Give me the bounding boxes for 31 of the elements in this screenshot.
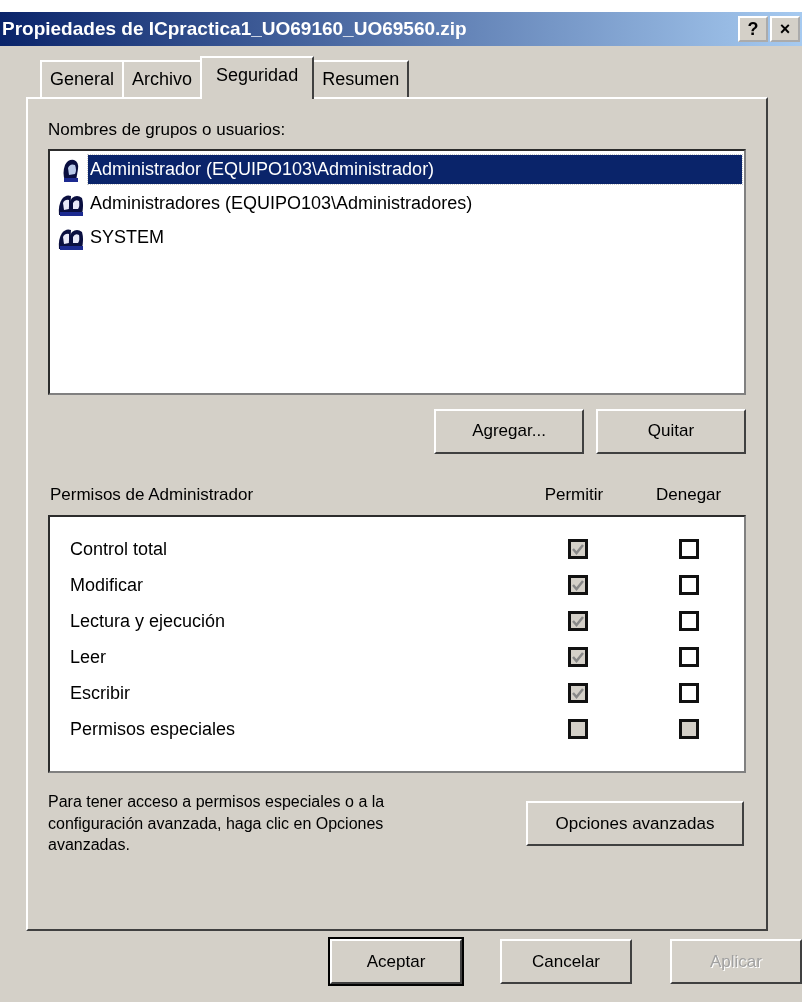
permission-name: Lectura y ejecución	[70, 609, 227, 633]
checkbox[interactable]	[678, 611, 699, 631]
help-button[interactable]: ?	[738, 16, 768, 42]
list-item[interactable]: Administrador (EQUIPO103\Administrador)	[88, 155, 742, 184]
checkbox[interactable]	[678, 647, 699, 667]
close-button[interactable]: ×	[770, 16, 800, 42]
help-text: Para tener acceso a permisos especiales o a la configuración avanzada, haga clic en Opciones avanzadas.	[48, 792, 386, 856]
checkbox[interactable]	[678, 683, 699, 703]
list-label: Nombres de grupos o usuarios:	[48, 119, 287, 141]
permission-name: Leer	[70, 645, 108, 669]
column-header: Permitir	[543, 483, 605, 506]
permissions-label: Permisos de Administrador	[49, 483, 255, 506]
checkbox[interactable]	[678, 539, 699, 559]
window-title: Propiedades de ICpractica1_UO69160_UO69560.zip	[2, 16, 468, 41]
tab[interactable]: Seguridad	[200, 56, 315, 99]
permission-name: Escribir	[70, 681, 131, 705]
tab[interactable]: General	[40, 60, 125, 97]
add-button[interactable]: Agregar...	[434, 408, 584, 454]
column-header: Denegar	[655, 483, 723, 506]
remove-button[interactable]: Quitar	[596, 408, 746, 454]
ok-button[interactable]: Aceptar	[330, 939, 462, 984]
list-item[interactable]: SYSTEM	[88, 223, 166, 252]
cancel-button[interactable]: Cancelar	[500, 939, 632, 984]
advanced-button[interactable]: Opciones avanzadas	[526, 800, 744, 846]
tab[interactable]: Archivo	[122, 60, 203, 97]
checkbox[interactable]	[678, 575, 699, 595]
permission-name: Permisos especiales	[70, 717, 237, 741]
list-item[interactable]: Administradores (EQUIPO103\Administradores)	[88, 189, 475, 218]
permission-name: Control total	[70, 537, 169, 561]
tab[interactable]: Resumen	[312, 60, 410, 97]
permission-name: Modificar	[70, 573, 145, 597]
